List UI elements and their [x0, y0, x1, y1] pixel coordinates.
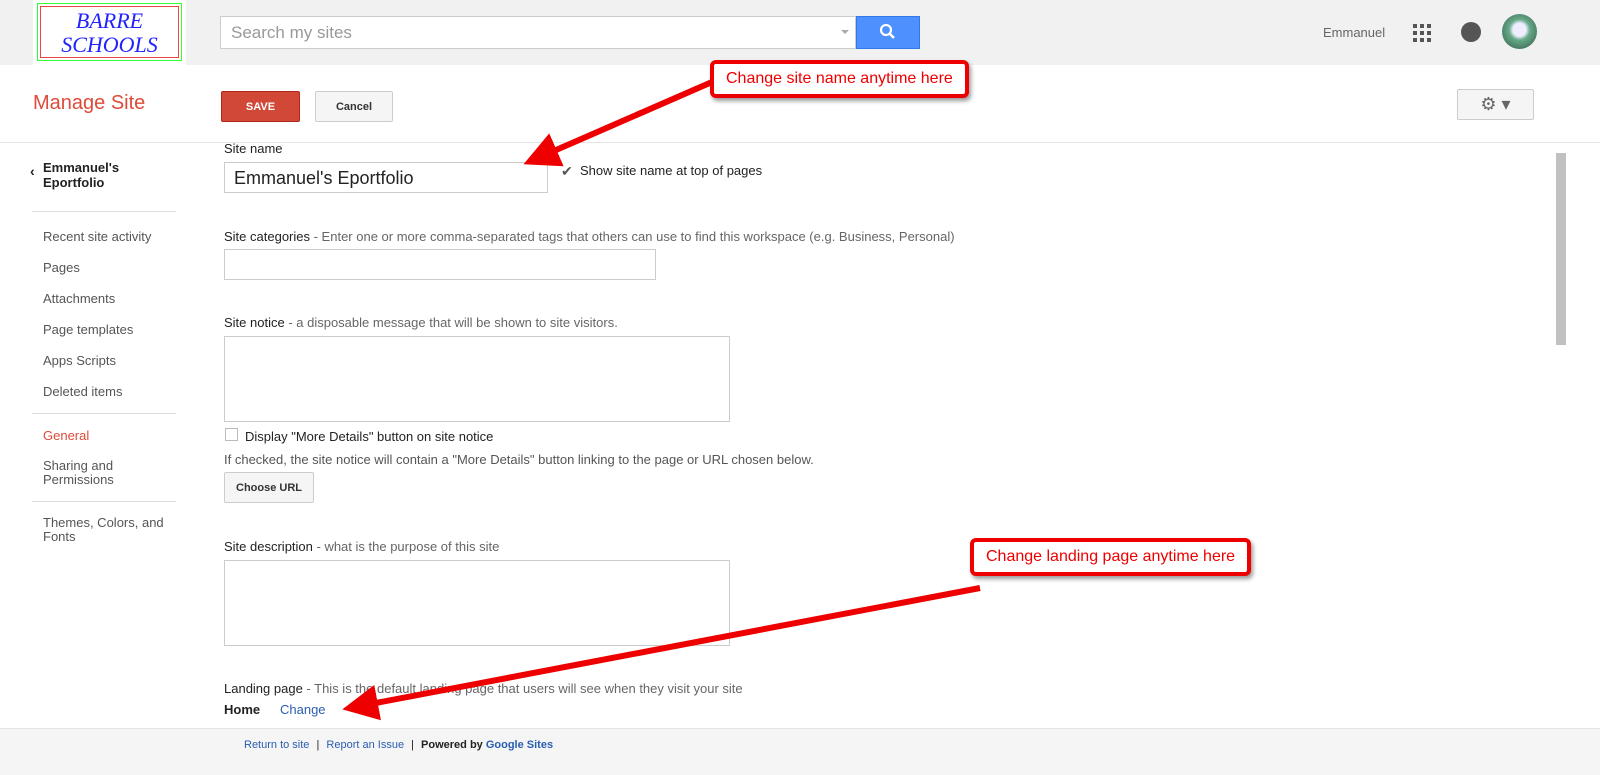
chevron-left-icon: ‹	[30, 163, 35, 179]
sidebar-item-sharing[interactable]: Sharing and Permissions	[32, 451, 176, 495]
dropdown-caret-icon[interactable]	[841, 30, 849, 38]
show-name-checkbox[interactable]: ✔	[561, 163, 574, 179]
separator: |	[411, 739, 414, 751]
search-input[interactable]: Search my sites	[220, 16, 856, 49]
site-name-input[interactable]: Emmanuel's Eportfolio	[224, 162, 548, 193]
categories-label: Site categories - Enter one or more comm…	[224, 229, 955, 244]
more-details-help: If checked, the site notice will contain…	[224, 452, 814, 467]
report-issue-link[interactable]: Report an Issue	[326, 739, 404, 751]
landing-value: Home	[224, 702, 261, 717]
categories-input[interactable]	[224, 249, 656, 280]
site-notice-textarea[interactable]	[224, 336, 730, 422]
site-description-textarea[interactable]	[224, 560, 730, 646]
sidebar-item-page-templates[interactable]: Page templates	[32, 314, 176, 345]
sidebar-item-apps-scripts[interactable]: Apps Scripts	[32, 345, 176, 376]
notice-label: Site notice - a disposable message that …	[224, 315, 618, 330]
sidebar-item-attachments[interactable]: Attachments	[32, 283, 176, 314]
landing-label: Landing page - This is the default landi…	[224, 681, 743, 696]
notifications-icon[interactable]	[1461, 22, 1481, 42]
cancel-button[interactable]: Cancel	[315, 91, 393, 122]
google-sites-link[interactable]: Google Sites	[486, 739, 553, 751]
change-landing-link[interactable]: Change	[280, 702, 326, 717]
scrollbar[interactable]	[1556, 153, 1566, 345]
search-button[interactable]	[856, 16, 920, 49]
callout-landing-page: Change landing page anytime here	[970, 538, 1252, 576]
sidebar-back-site[interactable]: ‹ Emmanuel's Eportfolio	[30, 160, 176, 212]
sidebar-item-themes[interactable]: Themes, Colors, and Fonts	[32, 508, 176, 552]
choose-url-button[interactable]: Choose URL	[224, 472, 314, 503]
barre-schools-logo[interactable]: BARRE SCHOOLS	[33, 0, 186, 65]
divider	[32, 501, 176, 502]
user-name[interactable]: Emmanuel	[1323, 25, 1385, 40]
apps-grid-icon[interactable]	[1413, 24, 1431, 42]
search-placeholder: Search my sites	[231, 23, 352, 42]
footer: Return to site | Report an Issue | Power…	[0, 728, 1600, 775]
sidebar-item-general[interactable]: General	[32, 420, 176, 451]
show-name-label: Show site name at top of pages	[580, 163, 763, 178]
page-title: Manage Site	[33, 92, 146, 114]
description-label: Site description - what is the purpose o…	[224, 539, 500, 554]
more-details-label: Display "More Details" button on site no…	[245, 429, 494, 444]
more-details-checkbox[interactable]	[225, 428, 238, 441]
powered-by: Powered by	[421, 739, 486, 751]
sidebar: ‹ Emmanuel's Eportfolio Recent site activ…	[30, 160, 176, 552]
sidebar-item-recent-activity[interactable]: Recent site activity	[32, 221, 176, 252]
sidebar-item-deleted-items[interactable]: Deleted items	[32, 376, 176, 407]
site-title: Emmanuel's Eportfolio	[43, 160, 120, 190]
divider	[32, 413, 176, 414]
save-button[interactable]: SAVE	[221, 91, 300, 122]
logo-line2: SCHOOLS	[61, 32, 158, 57]
site-name-label: Site name	[224, 141, 283, 156]
return-to-site-link[interactable]: Return to site	[244, 739, 309, 751]
sidebar-item-pages[interactable]: Pages	[32, 252, 176, 283]
callout-site-name: Change site name anytime here	[710, 60, 969, 98]
top-bar: BARRE SCHOOLS Search my sites Emmanuel	[0, 0, 1600, 65]
avatar[interactable]	[1502, 14, 1537, 49]
logo-line1: BARRE	[75, 8, 144, 33]
search-icon	[879, 23, 895, 39]
settings-gear-icon[interactable]: ⚙ ▾	[1457, 89, 1534, 120]
separator: |	[316, 739, 320, 751]
